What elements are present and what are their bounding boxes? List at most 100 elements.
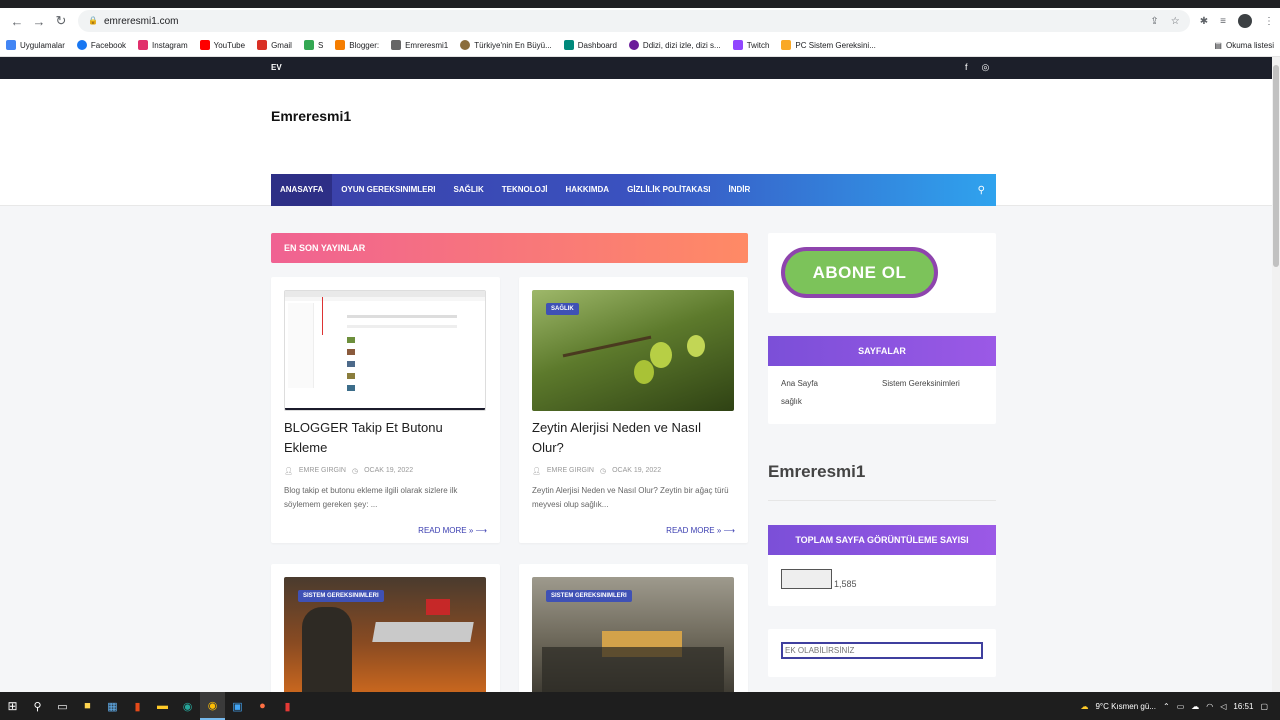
bookmark-item[interactable]: S [303, 40, 323, 50]
wifi-icon[interactable]: ◠ [1206, 702, 1213, 711]
menu-kebab-icon[interactable]: ⋮ [1264, 16, 1274, 27]
twitch-icon [732, 40, 743, 50]
subscribe-button[interactable]: ABONE OL [781, 247, 938, 298]
url-text[interactable]: emreresmi1.com [104, 16, 178, 27]
post-thumbnail[interactable]: SISTEM GEREKSINIMLERI [532, 577, 734, 698]
nav-item-oyun-gereksinimleri[interactable]: OYUN GEREKSINIMLERI [332, 174, 444, 206]
scrollbar-thumb[interactable] [1273, 65, 1279, 267]
extensions-icon[interactable]: ✱ [1200, 16, 1208, 27]
bookmark-item[interactable]: YouTube [199, 40, 245, 50]
page-scrollbar[interactable] [1272, 57, 1280, 692]
instagram-icon[interactable]: ◎ [982, 62, 990, 73]
notifications-icon[interactable]: ▢ [1260, 702, 1268, 711]
nav-item-saglik[interactable]: SAĞLIK [445, 174, 493, 206]
reading-list-button[interactable]: ▤ Okuma listesi [1214, 41, 1274, 50]
post-card[interactable]: SISTEM GEREKSINIMLERI [519, 564, 748, 704]
office-icon[interactable]: ▮ [125, 692, 150, 720]
search-icon[interactable]: ⚲ [25, 692, 50, 720]
display-icon[interactable]: ▭ [1177, 702, 1185, 711]
back-arrow-icon[interactable]: ← [6, 10, 28, 32]
post-card[interactable]: SAĞLIK Zeytin Alerjisi Neden ve Nasıl Ol… [519, 277, 748, 543]
post-thumbnail[interactable]: SISTEM GEREKSINIMLERI [284, 577, 486, 698]
pageviews-heading: TOPLAM SAYFA GÖRÜNTÜLEME SAYISI [768, 525, 996, 555]
page-link-sistem-gereksinimleri[interactable]: Sistem Gereksinimleri [882, 375, 983, 393]
clock-time[interactable]: 16:51 [1233, 702, 1253, 711]
bookmark-item[interactable]: Uygulamalar [6, 40, 65, 50]
bookmark-item[interactable]: Emreresmi1 [391, 40, 448, 50]
post-title[interactable]: Zeytin Alerjisi Neden ve Nasıl Olur? [532, 418, 735, 458]
firefox-icon[interactable]: ● [250, 692, 275, 720]
blogger-icon [335, 40, 346, 50]
bookmark-item[interactable]: Twitch [732, 40, 769, 50]
post-meta: 👤︎ EMRE GIRGIN ◷ OCAK 19, 2022 [532, 467, 735, 475]
tab-strip [0, 0, 1280, 8]
address-bar[interactable]: 🔒 emreresmi1.com ⇪ ☆ [78, 10, 1190, 32]
app-icon[interactable]: ▣ [225, 692, 250, 720]
post-thumbnail[interactable] [284, 290, 486, 411]
edge-icon[interactable]: ◉ [175, 692, 200, 720]
store-icon[interactable]: ▦ [100, 692, 125, 720]
pages-widget: SAYFALAR Ana Sayfa Sistem Gereksinimleri… [768, 336, 996, 424]
bookmarks-bar: Uygulamalar Facebook Instagram YouTube G… [0, 34, 1280, 56]
post-author[interactable]: EMRE GIRGIN [299, 467, 346, 475]
email-field[interactable] [781, 642, 983, 659]
weather-text[interactable]: 9°C Kısmen gü... [1095, 702, 1156, 711]
post-category-badge[interactable]: SAĞLIK [546, 303, 579, 315]
post-card[interactable]: SISTEM GEREKSINIMLERI [271, 564, 500, 704]
nav-item-gizlilik[interactable]: GİZLİLİK POLİTAKASI [618, 174, 719, 206]
chrome-icon[interactable]: ◉ [200, 692, 225, 720]
page-link-ana-sayfa[interactable]: Ana Sayfa [781, 375, 882, 393]
bookmark-item[interactable]: Türkiye'nin En Büyü... [460, 40, 552, 50]
volume-icon[interactable]: ◁ [1220, 702, 1226, 711]
bookmark-item[interactable]: Facebook [76, 40, 126, 50]
bookmark-item[interactable]: Dashboard [563, 40, 617, 50]
read-more-link[interactable]: READ MORE » ⟶ [532, 526, 735, 535]
bookmark-item[interactable]: Gmail [257, 40, 292, 50]
apps-grid-icon [6, 40, 16, 50]
main-navigation: ANASAYFA OYUN GEREKSINIMLERI SAĞLIK TEKN… [271, 174, 996, 206]
site-favicon-icon [391, 40, 402, 50]
facebook-icon[interactable]: f [965, 62, 968, 73]
reload-icon[interactable]: ↻ [50, 10, 72, 32]
arrow-right-icon: ⟶ [723, 526, 735, 535]
nav-item-hakkimda[interactable]: HAKKIMDA [557, 174, 619, 206]
topbar-home-link[interactable]: EV [271, 63, 282, 72]
bookmark-favicon-icon [460, 40, 471, 50]
bookmark-item[interactable]: Blogger: [335, 40, 379, 50]
bookmark-s-icon [303, 40, 314, 50]
clock-icon: ◷ [599, 468, 607, 475]
reading-list-icon[interactable]: ≡ [1220, 16, 1226, 27]
post-thumbnail[interactable]: SAĞLIK [532, 290, 734, 411]
file-explorer-icon[interactable]: ▬ [150, 692, 175, 720]
read-more-link[interactable]: READ MORE » ⟶ [284, 526, 487, 535]
bookmark-item[interactable]: PC Sistem Gereksini... [781, 40, 876, 50]
site-logo[interactable]: Emreresmi1 [271, 108, 351, 124]
cloud-icon[interactable]: ☁ [1191, 702, 1199, 711]
post-card[interactable]: BLOGGER Takip Et Butonu Ekleme 👤︎ EMRE GI… [271, 277, 500, 543]
address-row: ← → ↻ 🔒 emreresmi1.com ⇪ ☆ ✱ ≡ ⋮ [0, 8, 1280, 34]
star-icon[interactable]: ☆ [1171, 16, 1180, 27]
post-category-badge[interactable]: SISTEM GEREKSINIMLERI [298, 590, 384, 602]
office-icon[interactable]: ▮ [275, 692, 300, 720]
bookmark-item[interactable]: Instagram [138, 40, 188, 50]
forward-arrow-icon[interactable]: → [28, 10, 50, 32]
post-title[interactable]: BLOGGER Takip Et Butonu Ekleme [284, 418, 487, 458]
subscribe-widget: ABONE OL [768, 233, 996, 313]
pageviews-sparkline [781, 569, 832, 589]
bookmark-item[interactable]: Ddizi, dizi izle, dizi s... [628, 40, 721, 50]
nav-item-teknoloji[interactable]: TEKNOLOJİ [493, 174, 557, 206]
chevron-up-icon[interactable]: ⌃ [1163, 702, 1170, 711]
app-icon[interactable]: ■ [75, 692, 100, 720]
nav-item-indir[interactable]: İNDİR [720, 174, 760, 206]
task-view-icon[interactable]: ▭ [50, 692, 75, 720]
post-excerpt: Blog takip et butonu ekleme ilgili olara… [284, 486, 458, 509]
nav-item-anasayfa[interactable]: ANASAYFA [271, 174, 333, 206]
weather-icon: ☁ [1080, 701, 1089, 711]
post-category-badge[interactable]: SISTEM GEREKSINIMLERI [546, 590, 632, 602]
profile-avatar[interactable] [1238, 14, 1252, 28]
share-icon[interactable]: ⇪ [1150, 16, 1158, 27]
post-author[interactable]: EMRE GIRGIN [547, 467, 594, 475]
page-link-saglik[interactable]: sağlık [781, 393, 882, 411]
search-icon[interactable]: ⚲ [978, 185, 985, 196]
windows-start-icon[interactable]: ⊞ [0, 692, 25, 720]
